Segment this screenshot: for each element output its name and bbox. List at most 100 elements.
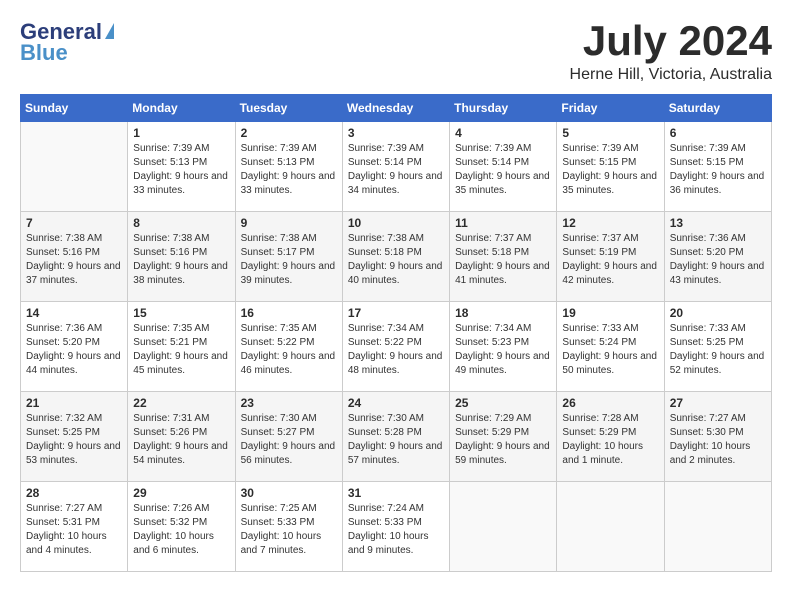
day-info: Sunrise: 7:36 AMSunset: 5:20 PMDaylight:… — [670, 232, 766, 288]
day-number: 12 — [562, 216, 658, 230]
calendar-week-row: 21 Sunrise: 7:32 AMSunset: 5:25 PMDayligh… — [21, 392, 772, 482]
day-info: Sunrise: 7:34 AMSunset: 5:23 PMDaylight:… — [455, 322, 551, 378]
day-info: Sunrise: 7:39 AMSunset: 5:15 PMDaylight:… — [562, 142, 658, 198]
day-info: Sunrise: 7:38 AMSunset: 5:18 PMDaylight:… — [348, 232, 444, 288]
day-number: 4 — [455, 126, 551, 140]
day-info: Sunrise: 7:27 AMSunset: 5:31 PMDaylight:… — [26, 502, 122, 558]
calendar-table: SundayMondayTuesdayWednesdayThursdayFrid… — [20, 94, 772, 572]
day-info: Sunrise: 7:37 AMSunset: 5:19 PMDaylight:… — [562, 232, 658, 288]
weekday-header-saturday: Saturday — [664, 95, 771, 122]
day-info: Sunrise: 7:37 AMSunset: 5:18 PMDaylight:… — [455, 232, 551, 288]
day-number: 14 — [26, 306, 122, 320]
calendar-cell: 30Sunrise: 7:25 AMSunset: 5:33 PMDayligh… — [235, 482, 342, 572]
calendar-cell: 8 Sunrise: 7:38 AMSunset: 5:16 PMDaylight… — [128, 212, 235, 302]
day-number: 8 — [133, 216, 229, 230]
day-info: Sunrise: 7:38 AMSunset: 5:17 PMDaylight:… — [241, 232, 337, 288]
day-info: Sunrise: 7:39 AMSunset: 5:15 PMDaylight:… — [670, 142, 766, 198]
calendar-cell: 23 Sunrise: 7:30 AMSunset: 5:27 PMDayligh… — [235, 392, 342, 482]
weekday-header-thursday: Thursday — [450, 95, 557, 122]
calendar-cell: 26Sunrise: 7:28 AMSunset: 5:29 PMDayligh… — [557, 392, 664, 482]
title-block: July 2024 Herne Hill, Victoria, Australi… — [570, 20, 772, 84]
logo-triangle-icon — [105, 23, 114, 39]
day-info: Sunrise: 7:29 AMSunset: 5:29 PMDaylight:… — [455, 412, 551, 468]
day-number: 9 — [241, 216, 337, 230]
day-number: 3 — [348, 126, 444, 140]
calendar-cell: 27 Sunrise: 7:27 AMSunset: 5:30 PMDayligh… — [664, 392, 771, 482]
day-info: Sunrise: 7:25 AMSunset: 5:33 PMDaylight:… — [241, 502, 337, 558]
day-info: Sunrise: 7:38 AMSunset: 5:16 PMDaylight:… — [26, 232, 122, 288]
calendar-week-row: 7Sunrise: 7:38 AMSunset: 5:16 PMDaylight… — [21, 212, 772, 302]
day-info: Sunrise: 7:32 AMSunset: 5:25 PMDaylight:… — [26, 412, 122, 468]
calendar-cell: 4 Sunrise: 7:39 AMSunset: 5:14 PMDaylight… — [450, 122, 557, 212]
calendar-cell: 28 Sunrise: 7:27 AMSunset: 5:31 PMDayligh… — [21, 482, 128, 572]
calendar-cell: 13 Sunrise: 7:36 AMSunset: 5:20 PMDayligh… — [664, 212, 771, 302]
calendar-cell: 17 Sunrise: 7:34 AMSunset: 5:22 PMDayligh… — [342, 302, 449, 392]
day-info: Sunrise: 7:39 AMSunset: 5:14 PMDaylight:… — [348, 142, 444, 198]
logo: General Blue — [20, 20, 114, 66]
day-number: 2 — [241, 126, 337, 140]
calendar-cell: 7Sunrise: 7:38 AMSunset: 5:16 PMDaylight… — [21, 212, 128, 302]
day-info: Sunrise: 7:33 AMSunset: 5:25 PMDaylight:… — [670, 322, 766, 378]
calendar-cell: 25 Sunrise: 7:29 AMSunset: 5:29 PMDayligh… — [450, 392, 557, 482]
weekday-header-wednesday: Wednesday — [342, 95, 449, 122]
day-info: Sunrise: 7:26 AMSunset: 5:32 PMDaylight:… — [133, 502, 229, 558]
calendar-cell: 31 Sunrise: 7:24 AMSunset: 5:33 PMDayligh… — [342, 482, 449, 572]
day-number: 22 — [133, 396, 229, 410]
calendar-cell: 20Sunrise: 7:33 AMSunset: 5:25 PMDayligh… — [664, 302, 771, 392]
day-info: Sunrise: 7:38 AMSunset: 5:16 PMDaylight:… — [133, 232, 229, 288]
calendar-cell: 5Sunrise: 7:39 AMSunset: 5:15 PMDaylight… — [557, 122, 664, 212]
calendar-cell: 12 Sunrise: 7:37 AMSunset: 5:19 PMDayligh… — [557, 212, 664, 302]
day-number: 11 — [455, 216, 551, 230]
calendar-cell: 9 Sunrise: 7:38 AMSunset: 5:17 PMDaylight… — [235, 212, 342, 302]
day-info: Sunrise: 7:35 AMSunset: 5:22 PMDaylight:… — [241, 322, 337, 378]
calendar-cell: 29 Sunrise: 7:26 AMSunset: 5:32 PMDayligh… — [128, 482, 235, 572]
calendar-cell: 11 Sunrise: 7:37 AMSunset: 5:18 PMDayligh… — [450, 212, 557, 302]
day-info: Sunrise: 7:30 AMSunset: 5:28 PMDaylight:… — [348, 412, 444, 468]
day-number: 6 — [670, 126, 766, 140]
day-number: 16 — [241, 306, 337, 320]
day-number: 25 — [455, 396, 551, 410]
calendar-cell: 19 Sunrise: 7:33 AMSunset: 5:24 PMDayligh… — [557, 302, 664, 392]
calendar-cell: 3 Sunrise: 7:39 AMSunset: 5:14 PMDaylight… — [342, 122, 449, 212]
day-number: 1 — [133, 126, 229, 140]
logo-text-blue: Blue — [20, 40, 68, 66]
weekday-header-friday: Friday — [557, 95, 664, 122]
calendar-cell: 2 Sunrise: 7:39 AMSunset: 5:13 PMDaylight… — [235, 122, 342, 212]
day-number: 31 — [348, 486, 444, 500]
day-number: 18 — [455, 306, 551, 320]
weekday-header-tuesday: Tuesday — [235, 95, 342, 122]
calendar-week-row: 28 Sunrise: 7:27 AMSunset: 5:31 PMDayligh… — [21, 482, 772, 572]
calendar-cell: 24 Sunrise: 7:30 AMSunset: 5:28 PMDayligh… — [342, 392, 449, 482]
page-header: General Blue July 2024 Herne Hill, Victo… — [20, 20, 772, 84]
day-info: Sunrise: 7:24 AMSunset: 5:33 PMDaylight:… — [348, 502, 444, 558]
day-number: 29 — [133, 486, 229, 500]
calendar-cell: 18 Sunrise: 7:34 AMSunset: 5:23 PMDayligh… — [450, 302, 557, 392]
calendar-week-row: 1 Sunrise: 7:39 AMSunset: 5:13 PMDaylight… — [21, 122, 772, 212]
day-number: 26 — [562, 396, 658, 410]
day-number: 23 — [241, 396, 337, 410]
day-number: 13 — [670, 216, 766, 230]
day-info: Sunrise: 7:39 AMSunset: 5:13 PMDaylight:… — [241, 142, 337, 198]
calendar-cell — [664, 482, 771, 572]
calendar-cell: 1Sunrise: 7:39 AMSunset: 5:13 PMDaylight… — [128, 122, 235, 212]
location-text: Herne Hill, Victoria, Australia — [570, 66, 772, 84]
day-number: 27 — [670, 396, 766, 410]
day-info: Sunrise: 7:33 AMSunset: 5:24 PMDaylight:… — [562, 322, 658, 378]
day-info: Sunrise: 7:35 AMSunset: 5:21 PMDaylight:… — [133, 322, 229, 378]
day-info: Sunrise: 7:36 AMSunset: 5:20 PMDaylight:… — [26, 322, 122, 378]
day-number: 21 — [26, 396, 122, 410]
day-info: Sunrise: 7:30 AMSunset: 5:27 PMDaylight:… — [241, 412, 337, 468]
day-info: Sunrise: 7:34 AMSunset: 5:22 PMDaylight:… — [348, 322, 444, 378]
day-info: Sunrise: 7:39 AMSunset: 5:14 PMDaylight:… — [455, 142, 551, 198]
day-number: 19 — [562, 306, 658, 320]
calendar-week-row: 14 Sunrise: 7:36 AMSunset: 5:20 PMDayligh… — [21, 302, 772, 392]
day-number: 17 — [348, 306, 444, 320]
day-number: 28 — [26, 486, 122, 500]
calendar-cell: 15Sunrise: 7:35 AMSunset: 5:21 PMDayligh… — [128, 302, 235, 392]
weekday-header-monday: Monday — [128, 95, 235, 122]
day-number: 24 — [348, 396, 444, 410]
calendar-cell: 21 Sunrise: 7:32 AMSunset: 5:25 PMDayligh… — [21, 392, 128, 482]
day-info: Sunrise: 7:27 AMSunset: 5:30 PMDaylight:… — [670, 412, 766, 468]
calendar-header-row: SundayMondayTuesdayWednesdayThursdayFrid… — [21, 95, 772, 122]
day-info: Sunrise: 7:31 AMSunset: 5:26 PMDaylight:… — [133, 412, 229, 468]
